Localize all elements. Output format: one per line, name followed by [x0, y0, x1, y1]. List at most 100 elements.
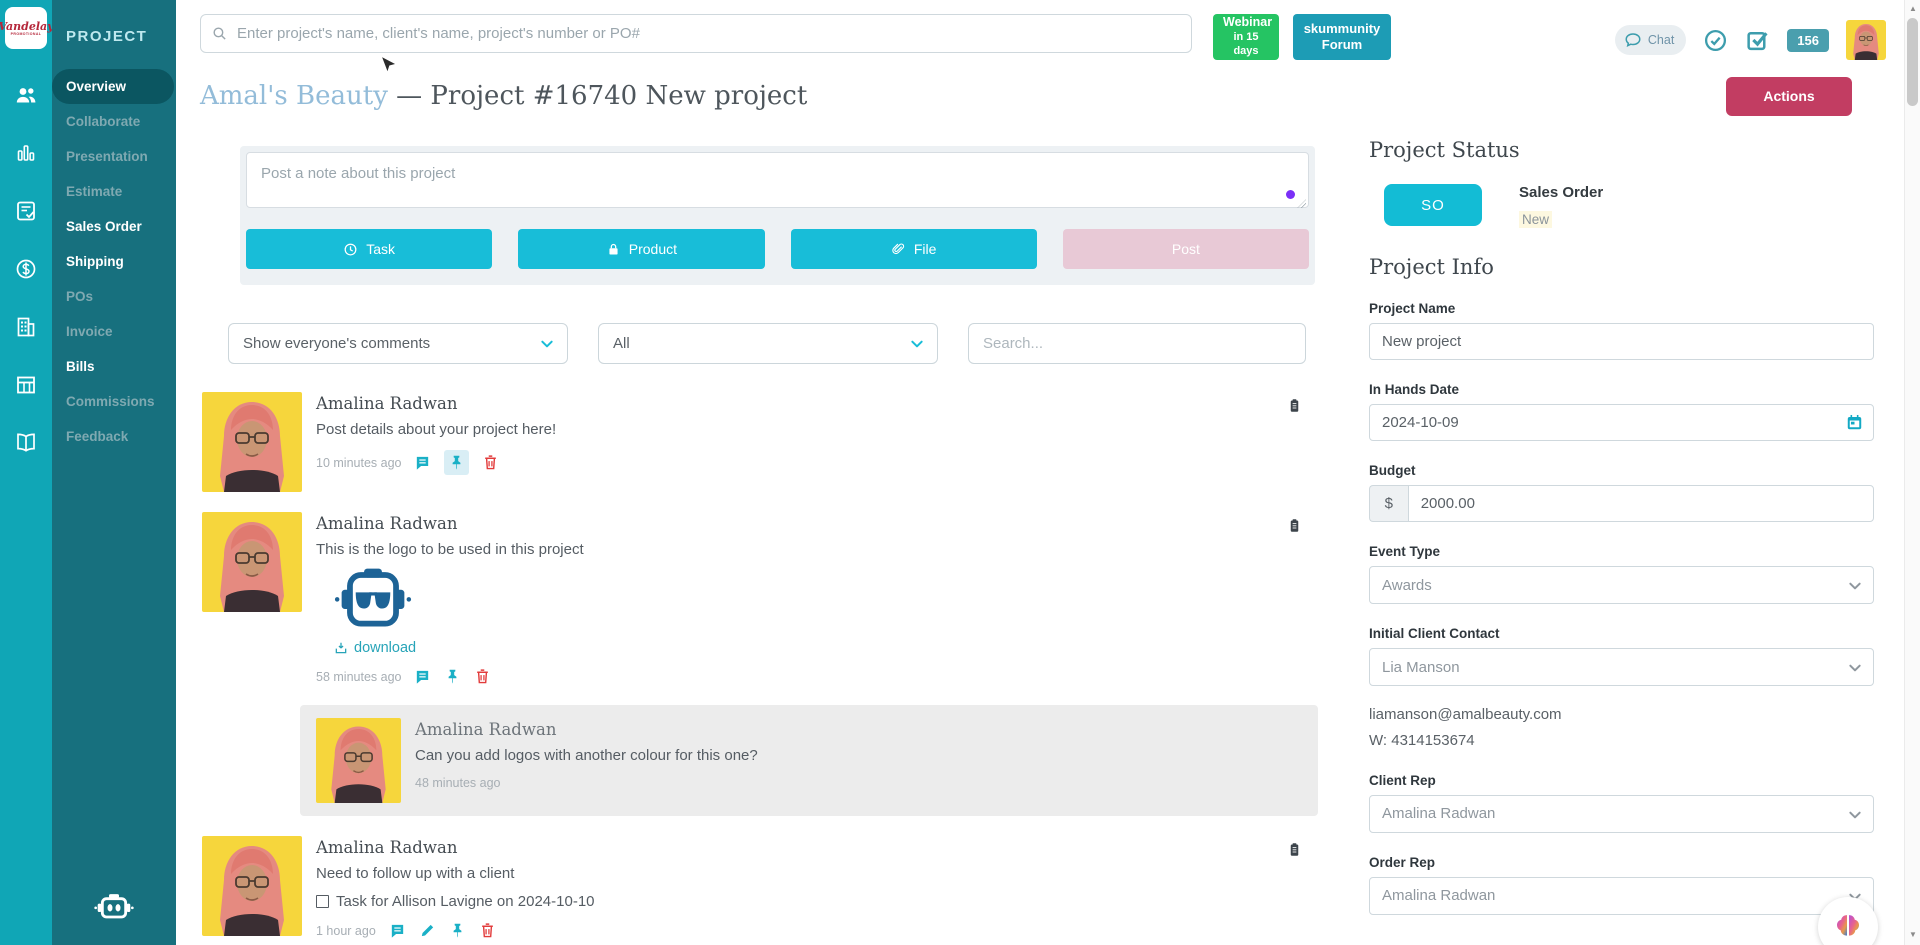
- webinar-button[interactable]: Webinar in 15 days: [1213, 14, 1279, 60]
- page-scrollbar[interactable]: ▲ ▼: [1904, 0, 1920, 945]
- note-textarea[interactable]: [246, 152, 1309, 208]
- task-checkbox[interactable]: [316, 895, 329, 908]
- brand-logo[interactable]: Vandelay PROMOTIONAL: [5, 7, 47, 49]
- orders-icon[interactable]: [14, 199, 38, 223]
- chat-button[interactable]: Chat: [1615, 25, 1686, 55]
- finance-icon[interactable]: [14, 257, 38, 281]
- chevron-down-icon: [1847, 807, 1863, 827]
- scrollbar-up-arrow[interactable]: ▲: [1905, 4, 1920, 13]
- sidebar-item-presentation[interactable]: Presentation: [52, 139, 176, 174]
- reminders-icon[interactable]: [1703, 28, 1728, 53]
- chevron-down-icon: [1847, 660, 1863, 680]
- project-sidebar: PROJECT Overview Collaborate Presentatio…: [52, 0, 176, 945]
- type-filter-select[interactable]: All: [598, 323, 938, 364]
- pin-icon[interactable]: [449, 922, 466, 939]
- clipboard-icon[interactable]: [1287, 516, 1302, 535]
- webinar-label: Webinar: [1223, 15, 1269, 31]
- comment-author[interactable]: Amalina Radwan: [316, 838, 595, 857]
- status-badge[interactable]: SO: [1384, 184, 1482, 226]
- file-button[interactable]: File: [791, 229, 1037, 269]
- event-type-field: Event Type Awards: [1369, 544, 1874, 604]
- download-icon: [334, 641, 348, 655]
- feed-column: Task Product File Post: [176, 118, 1336, 945]
- robot-icon[interactable]: [88, 887, 140, 927]
- sidebar-item-bills[interactable]: Bills: [52, 349, 176, 384]
- comment-reply-item: Amalina Radwan Can you add logos with an…: [300, 705, 1318, 816]
- comment-timestamp: 1 hour ago: [316, 924, 376, 938]
- sidebar-item-pos[interactable]: POs: [52, 279, 176, 314]
- comment-reply-icon[interactable]: [414, 454, 431, 471]
- icon-rail: Vandelay PROMOTIONAL: [0, 0, 52, 945]
- brain-icon: [1832, 912, 1864, 942]
- clipboard-icon[interactable]: [1287, 396, 1302, 415]
- budget-input[interactable]: [1408, 485, 1874, 522]
- scrollbar-down-arrow[interactable]: ▼: [1905, 930, 1920, 939]
- table-icon[interactable]: [14, 373, 38, 397]
- trash-icon[interactable]: [482, 454, 499, 471]
- contact-phone: W: 4314153674: [1369, 728, 1874, 754]
- page-title: Amal's Beauty — Project #16740 New proje…: [200, 81, 807, 111]
- attachment-thumbnail[interactable]: download: [334, 568, 584, 656]
- comment-author[interactable]: Amalina Radwan: [316, 514, 584, 533]
- sidebar-item-commissions[interactable]: Commissions: [52, 384, 176, 419]
- clients-icon[interactable]: [14, 83, 38, 107]
- forum-button[interactable]: skummunity Forum: [1293, 14, 1391, 60]
- task-line: Task for Allison Lavigne on 2024-10-10: [316, 893, 595, 910]
- scrollbar-thumb[interactable]: [1907, 18, 1918, 106]
- event-type-select[interactable]: Awards: [1369, 566, 1874, 604]
- catalog-icon[interactable]: [14, 431, 38, 455]
- comments-filter-value: Show everyone's comments: [243, 335, 430, 352]
- sidebar-item-overview[interactable]: Overview: [52, 69, 174, 104]
- textarea-resize-handle[interactable]: [1297, 199, 1306, 208]
- download-link[interactable]: download: [334, 640, 584, 656]
- webinar-countdown: in 15 days: [1223, 31, 1269, 59]
- comments-filter-select[interactable]: Show everyone's comments: [228, 323, 568, 364]
- comment-item: Amalina Radwan Post details about your p…: [202, 392, 1336, 492]
- order-rep-field: Order Rep Amalina Radwan: [1369, 855, 1874, 915]
- clipboard-icon[interactable]: [1287, 840, 1302, 859]
- global-search-input[interactable]: [200, 14, 1192, 53]
- status-name: Sales Order: [1519, 184, 1603, 201]
- user-avatar[interactable]: [1846, 20, 1886, 60]
- contact-email[interactable]: liamanson@amalbeauty.com: [1369, 702, 1874, 728]
- reports-icon[interactable]: [14, 141, 38, 165]
- sidebar-item-feedback[interactable]: Feedback: [52, 419, 176, 454]
- sidebar-item-estimate[interactable]: Estimate: [52, 174, 176, 209]
- tasks-icon[interactable]: [1745, 28, 1770, 53]
- title-row: Amal's Beauty — Project #16740 New proje…: [176, 66, 1904, 118]
- client-name-link[interactable]: Amal's Beauty: [200, 81, 388, 111]
- task-clock-icon: [343, 242, 358, 257]
- sidebar-item-collaborate[interactable]: Collaborate: [52, 104, 176, 139]
- forum-label-2: Forum: [1303, 37, 1381, 53]
- feed-search-input[interactable]: [968, 323, 1306, 364]
- sidebar-item-sales-order[interactable]: Sales Order: [52, 209, 176, 244]
- comment-reply-icon[interactable]: [389, 922, 406, 939]
- pin-icon[interactable]: [444, 668, 461, 685]
- trash-icon[interactable]: [474, 668, 491, 685]
- in-hands-date-input[interactable]: [1369, 404, 1874, 441]
- order-rep-select[interactable]: Amalina Radwan: [1369, 877, 1874, 915]
- company-icon[interactable]: [14, 315, 38, 339]
- calendar-icon[interactable]: [1845, 413, 1864, 432]
- comment-author[interactable]: Amalina Radwan: [415, 720, 758, 739]
- trash-icon[interactable]: [479, 922, 496, 939]
- edit-pencil-icon[interactable]: [419, 922, 436, 939]
- project-name-input[interactable]: [1369, 323, 1874, 360]
- post-button[interactable]: Post: [1063, 229, 1309, 269]
- notification-count-badge[interactable]: 156: [1787, 29, 1829, 52]
- sidebar-item-invoice[interactable]: Invoice: [52, 314, 176, 349]
- pin-icon-active[interactable]: [444, 450, 469, 475]
- main-area: Webinar in 15 days skummunity Forum Chat…: [176, 0, 1904, 945]
- task-button[interactable]: Task: [246, 229, 492, 269]
- sidebar-item-shipping[interactable]: Shipping: [52, 244, 176, 279]
- search-icon: [211, 25, 228, 42]
- client-rep-select[interactable]: Amalina Radwan: [1369, 795, 1874, 833]
- comment-reply-icon[interactable]: [414, 668, 431, 685]
- comment-author[interactable]: Amalina Radwan: [316, 394, 556, 413]
- initial-client-contact-select[interactable]: Lia Manson: [1369, 648, 1874, 686]
- budget-label: Budget: [1369, 463, 1874, 478]
- product-button-label: Product: [629, 241, 677, 257]
- lock-icon: [606, 242, 621, 257]
- product-button[interactable]: Product: [518, 229, 764, 269]
- actions-button[interactable]: Actions: [1726, 77, 1852, 116]
